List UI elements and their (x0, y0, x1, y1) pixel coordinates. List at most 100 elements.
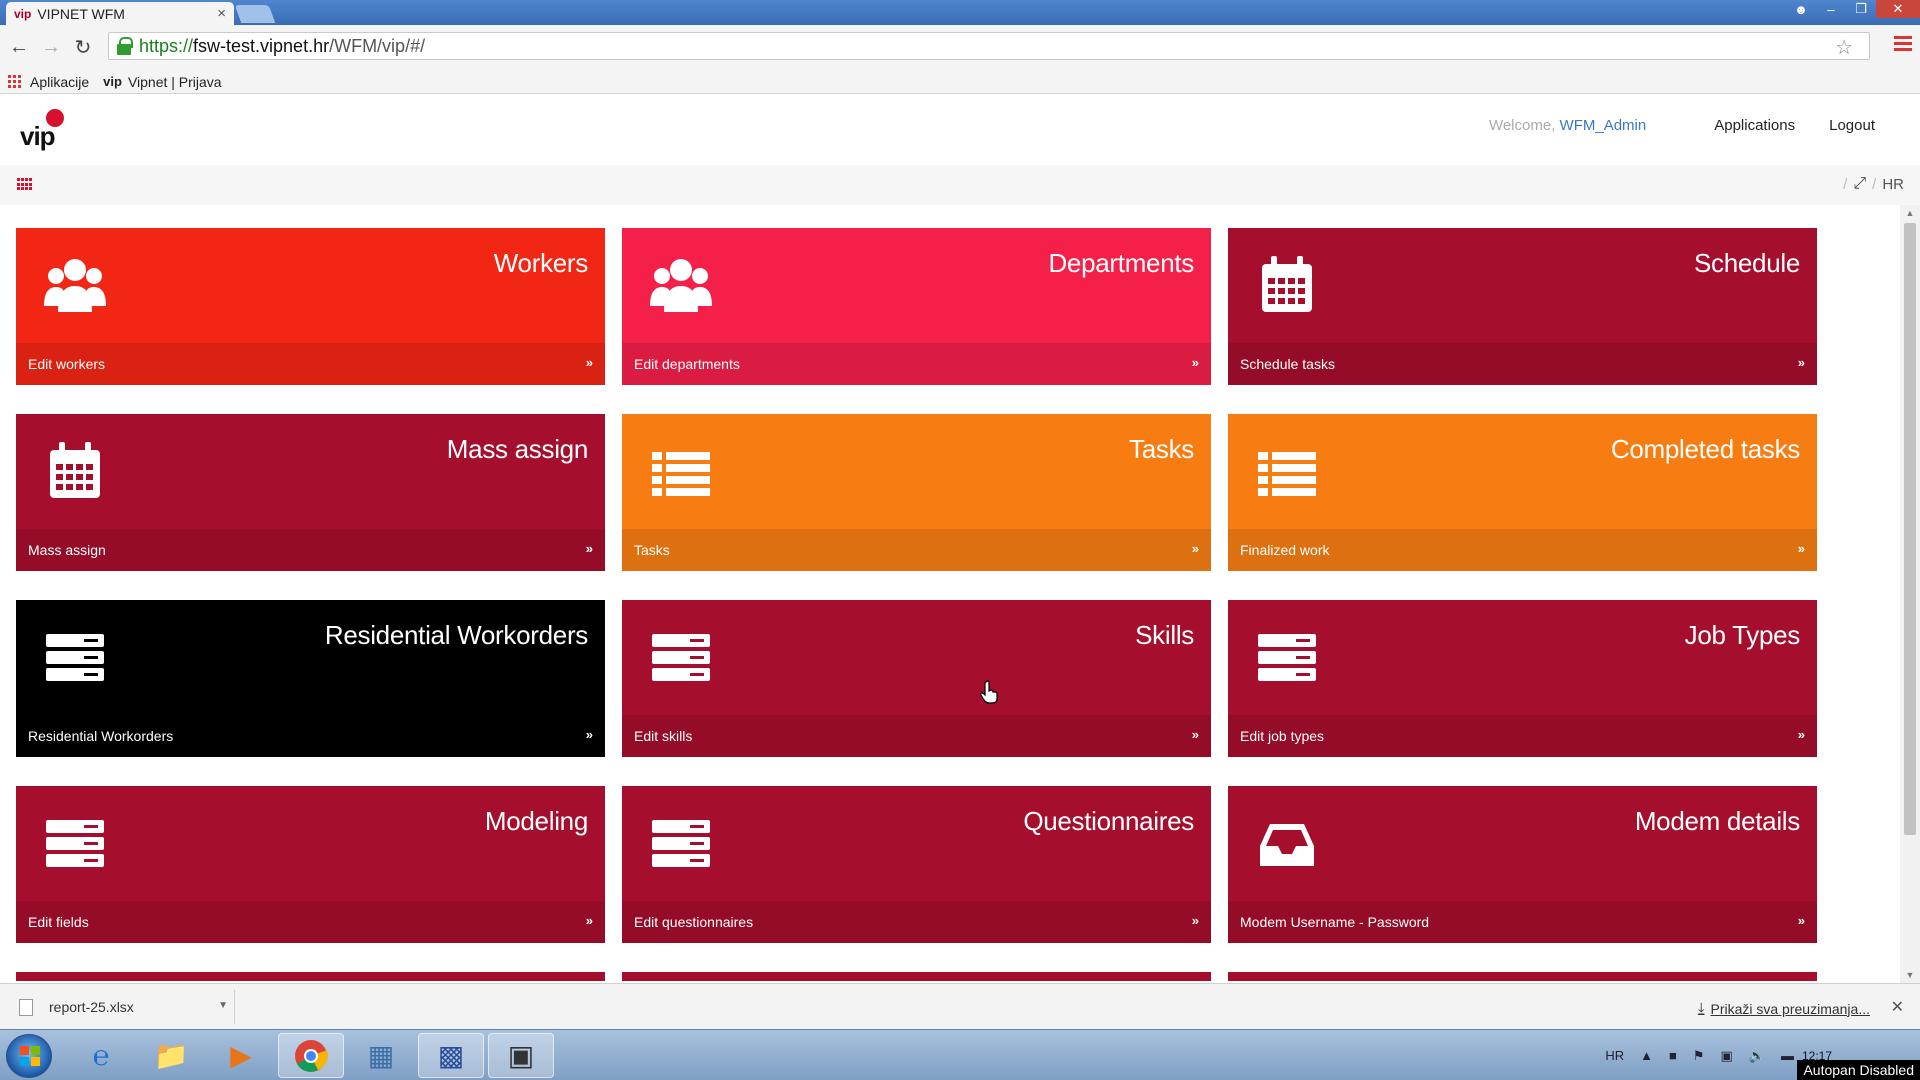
tile-modeling[interactable]: Modeling Edit fields » (16, 786, 605, 943)
tile-footer-link[interactable]: Edit questionnaires » (622, 901, 1211, 943)
bookmark-star-icon[interactable]: ☆ (1835, 35, 1853, 60)
scrollbar-thumb[interactable] (1904, 223, 1916, 835)
tile-footer-link[interactable]: Edit workers » (16, 343, 605, 385)
show-all-downloads-label: Prikaži sva preuzimanja... (1710, 1000, 1870, 1017)
tile-footer-label: Edit departments (634, 356, 740, 372)
tray-expand-icon[interactable]: ▲ (1640, 1048, 1653, 1063)
username-link[interactable]: WFM_Admin (1560, 117, 1647, 134)
tile-footer-link[interactable]: Finalized work » (1228, 529, 1817, 571)
header-nav: Welcome, WFM_Admin Applications Logout (1489, 117, 1875, 134)
tile-title: Residential Workorders (324, 620, 588, 650)
tile-questionnaires[interactable]: Questionnaires Edit questionnaires » (622, 786, 1211, 943)
tile-footer-link[interactable]: Edit skills » (622, 715, 1211, 757)
bookmark-apps[interactable]: Aplikacije (8, 74, 89, 90)
volume-icon[interactable]: 🔈 (1749, 1048, 1765, 1064)
tile-footer-link[interactable]: Edit departments » (622, 343, 1211, 385)
browser-tab[interactable]: vip VIPNET WFM × (6, 2, 234, 25)
tile-footer-label: Mass assign (28, 542, 106, 558)
caret-down-icon[interactable]: ▼ (218, 1000, 228, 1011)
tile-workers[interactable]: Workers Edit workers » (16, 228, 605, 385)
logout-link[interactable]: Logout (1829, 117, 1875, 134)
chrome-icon[interactable] (278, 1033, 344, 1078)
start-button[interactable] (6, 1034, 52, 1078)
applications-link[interactable]: Applications (1714, 117, 1795, 134)
tile-residential-workorders[interactable]: Residential Workorders Residential Worko… (16, 600, 605, 757)
tile-partial[interactable] (1228, 972, 1817, 981)
browser-menu-icon[interactable] (1894, 36, 1912, 54)
tile-tasks[interactable]: Tasks Tasks » (622, 414, 1211, 571)
fullscreen-icon[interactable]: ⤢ (1853, 175, 1866, 193)
double-chevron-right-icon: » (1191, 541, 1199, 556)
user-icon[interactable]: ☻ (1786, 0, 1816, 18)
internet-explorer-icon[interactable]: ℮ (68, 1033, 134, 1078)
tray-network-icon[interactable]: ▣ (1720, 1048, 1732, 1064)
show-all-downloads-link[interactable]: ⤓ Prikaži sva preuzimanja... (1698, 1000, 1870, 1017)
tray-flag-icon[interactable]: ⚑ (1693, 1048, 1705, 1064)
windows-logo-icon (20, 1046, 40, 1066)
double-chevron-right-icon: » (1191, 913, 1199, 928)
tile-footer-link[interactable]: Edit fields » (16, 901, 605, 943)
download-file-name: report-25.xlsx (49, 999, 134, 1015)
address-bar[interactable]: https://fsw-test.vipnet.hr/WFM/vip/#/ ☆ (108, 32, 1870, 60)
bookmark-label: Aplikacije (30, 73, 90, 90)
apps-grid-icon (8, 74, 22, 89)
logo-text: vip (20, 121, 56, 151)
remote-app-icon[interactable]: ▦ (348, 1033, 414, 1078)
close-icon[interactable]: ✕ (1891, 997, 1904, 1017)
tile-footer-link[interactable]: Schedule tasks » (1228, 343, 1817, 385)
media-player-icon[interactable]: ▶ (208, 1033, 274, 1078)
scroll-down-icon[interactable]: ▼ (1900, 967, 1920, 983)
tile-schedule[interactable]: Schedule Schedule tasks » (1228, 228, 1817, 385)
tile-footer-label: Schedule tasks (1240, 356, 1335, 372)
bookmark-vipnet-login[interactable]: vip Vipnet | Prijava (103, 74, 221, 90)
double-chevron-right-icon: » (585, 541, 593, 556)
window-close-icon[interactable]: ✕ (1876, 0, 1920, 18)
sub-toolbar: / ⤢ / HR (0, 165, 1920, 205)
tile-footer-label: Edit skills (634, 728, 693, 744)
double-chevron-right-icon: » (1191, 355, 1199, 370)
tile-partial[interactable] (16, 972, 605, 981)
tile-partial[interactable] (622, 972, 1211, 981)
minimize-icon[interactable]: – (1816, 0, 1846, 18)
app-grid-icon[interactable] (17, 178, 33, 191)
restore-icon[interactable]: ❐ (1846, 0, 1876, 18)
scroll-up-icon[interactable]: ▲ (1900, 205, 1920, 221)
tile-footer-link[interactable]: Residential Workorders » (16, 715, 605, 757)
bookmark-label: Vipnet | Prijava (127, 73, 222, 90)
calendar-icon (1262, 256, 1312, 312)
tile-title: Mass assign (446, 434, 589, 464)
tile-completed-tasks[interactable]: Completed tasks Finalized work » (1228, 414, 1817, 571)
vip-favicon-icon: vip (14, 6, 32, 21)
language-indicator[interactable]: HR (1605, 1048, 1624, 1063)
tile-mass-assign[interactable]: Mass assign Mass assign » (16, 414, 605, 571)
tile-footer-link[interactable]: Tasks » (622, 529, 1211, 571)
page-scrollbar[interactable]: ▲ ▼ (1900, 205, 1920, 983)
tile-footer-link[interactable]: Mass assign » (16, 529, 605, 571)
language-switch[interactable]: HR (1882, 176, 1904, 193)
vip-logo[interactable]: vip (20, 107, 70, 151)
download-item[interactable]: report-25.xlsx ▼ (7, 990, 235, 1024)
tab-close-icon[interactable]: × (217, 5, 226, 22)
forward-arrow-icon[interactable]: → (38, 34, 64, 60)
tile-footer-link[interactable]: Modem Username - Password » (1228, 901, 1817, 943)
list-icon (1258, 452, 1316, 496)
url-scheme: https:// (139, 35, 194, 56)
tile-modem-details[interactable]: Modem details Modem Username - Password » (1228, 786, 1817, 943)
tile-title: Tasks (1129, 434, 1194, 464)
tab-title: VIPNET WFM (37, 5, 125, 22)
tray-app-icon[interactable]: ■ (1669, 1048, 1677, 1063)
tray-power-icon[interactable]: ▬ (1781, 1048, 1794, 1063)
tile-skills[interactable]: Skills Edit skills » (622, 600, 1211, 757)
tile-job-types[interactable]: Job Types Edit job types » (1228, 600, 1817, 757)
browser-toolbar: ← → ↻ https://fsw-test.vipnet.hr/WFM/vip… (0, 25, 1920, 70)
server-icon (46, 820, 104, 867)
tile-title: Job Types (1684, 620, 1801, 650)
tile-footer-link[interactable]: Edit job types » (1228, 715, 1817, 757)
network-app-icon[interactable]: ▩ (418, 1033, 484, 1078)
new-tab-button[interactable] (234, 5, 276, 23)
tile-departments[interactable]: Departments Edit departments » (622, 228, 1211, 385)
back-arrow-icon[interactable]: ← (6, 34, 32, 60)
reload-icon[interactable]: ↻ (70, 34, 96, 60)
file-explorer-icon[interactable]: 📁 (138, 1033, 204, 1078)
window-app-icon[interactable]: ▣ (488, 1033, 554, 1078)
